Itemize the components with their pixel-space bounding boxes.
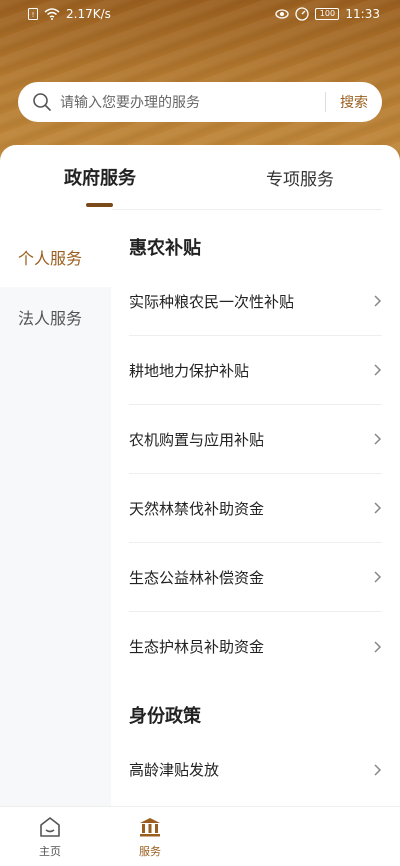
search-input[interactable]: 请输入您要办理的服务 — [60, 92, 325, 112]
service-item-label: 天然林禁伐补助资金 — [129, 499, 265, 518]
service-item-label: 实际种粮农民一次性补贴 — [129, 292, 295, 311]
svg-text:!: ! — [32, 11, 35, 19]
service-item[interactable]: 高龄津贴发放 — [129, 735, 382, 804]
battery-icon: 100 — [315, 8, 340, 20]
service-item[interactable]: 耕地地力保护补贴 — [129, 336, 382, 405]
service-item[interactable]: 天然林禁伐补助资金 — [129, 474, 382, 543]
section-rows: 实际种粮农民一次性补贴 耕地地力保护补贴 农机购置与应用补贴 天然林禁伐补助资金… — [129, 267, 382, 681]
section-rows: 高龄津贴发放 — [129, 735, 382, 804]
sidebar-item-personal[interactable]: 个人服务 — [0, 227, 111, 287]
chevron-right-icon — [372, 501, 382, 515]
chevron-right-icon — [372, 640, 382, 654]
section-title: 惠农补贴 — [129, 238, 201, 259]
search-divider — [325, 92, 326, 112]
search-icon — [32, 92, 52, 112]
service-item-label: 生态公益林补偿资金 — [129, 568, 265, 587]
service-item-label: 高龄津贴发放 — [129, 761, 220, 779]
sidebar-item-legal-entity[interactable]: 法人服务 — [0, 287, 111, 347]
active-tab-indicator — [86, 203, 113, 207]
service-item-label: 农机购置与应用补贴 — [129, 430, 265, 449]
status-left: ! 2.17K/s — [28, 7, 111, 21]
eye-icon — [275, 9, 290, 19]
nav-item-home[interactable]: 主页 — [0, 807, 100, 866]
tab-bar: 政府服务 专项服务 — [0, 145, 400, 209]
government-building-icon — [138, 815, 162, 839]
wifi-icon — [44, 8, 60, 20]
nav-item-services[interactable]: 服务 — [100, 807, 200, 866]
search-bar[interactable]: 请输入您要办理的服务 搜索 — [18, 82, 382, 122]
sim-icon: ! — [28, 8, 38, 20]
status-right: 100 11:33 — [275, 7, 380, 21]
tab-divider — [112, 209, 382, 210]
section-title: 身份政策 — [129, 706, 201, 727]
service-list: 惠农补贴 实际种粮农民一次性补贴 耕地地力保护补贴 农机购置与应用补贴 天然林禁… — [111, 227, 400, 806]
bottom-nav: 主页 服务 — [0, 806, 400, 866]
chevron-right-icon — [372, 432, 382, 446]
service-item-label: 生态护林员补助资金 — [129, 638, 265, 656]
chevron-right-icon — [372, 763, 382, 777]
status-bar: ! 2.17K/s 100 11:33 — [0, 0, 400, 28]
clock: 11:33 — [345, 7, 380, 21]
chevron-right-icon — [372, 570, 382, 584]
tab-government-services[interactable]: 政府服务 — [0, 145, 200, 209]
nav-label-services: 服务 — [139, 844, 161, 858]
chevron-right-icon — [372, 363, 382, 377]
home-icon — [38, 815, 62, 839]
network-speed: 2.17K/s — [66, 7, 111, 21]
service-item[interactable]: 生态公益林补偿资金 — [129, 543, 382, 612]
service-item[interactable]: 实际种粮农民一次性补贴 — [129, 267, 382, 336]
service-item[interactable]: 农机购置与应用补贴 — [129, 405, 382, 474]
chevron-right-icon — [372, 294, 382, 308]
speedometer-icon — [295, 7, 310, 21]
nav-label-home: 主页 — [39, 844, 61, 858]
service-panel: 政府服务 专项服务 个人服务 法人服务 惠农补贴 实际种粮农民一次性补贴 耕地地… — [0, 145, 400, 806]
category-sidebar: 个人服务 法人服务 — [0, 227, 111, 806]
service-item[interactable]: 生态护林员补助资金 — [129, 612, 382, 681]
tab-special-services[interactable]: 专项服务 — [200, 145, 400, 209]
search-button[interactable]: 搜索 — [340, 92, 368, 112]
service-item-label: 耕地地力保护补贴 — [129, 361, 250, 380]
